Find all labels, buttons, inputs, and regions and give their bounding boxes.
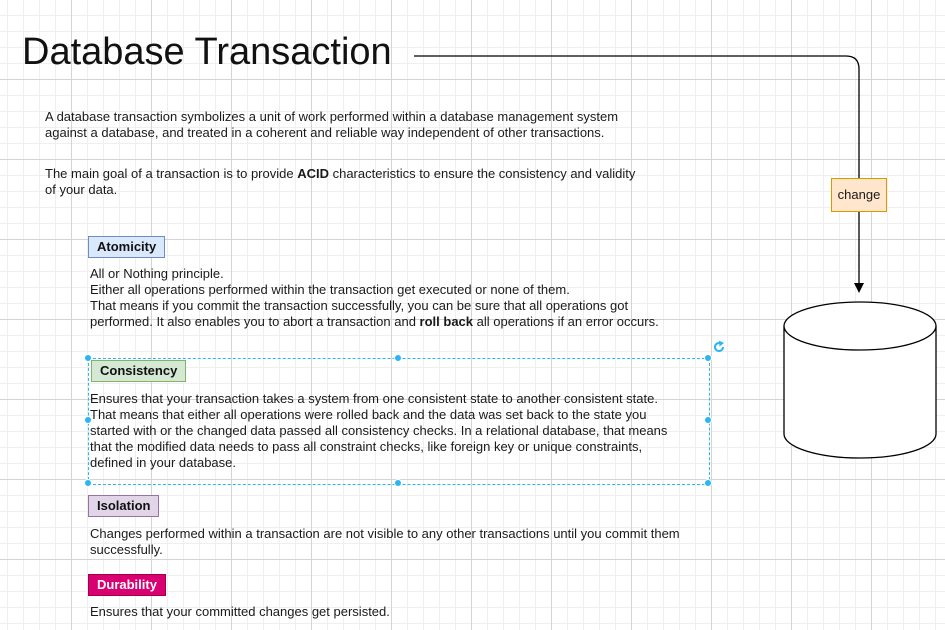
acid-term: ACID	[297, 166, 329, 181]
resize-handle-se[interactable]	[704, 479, 712, 487]
intro-line: A database transaction symbolizes a unit…	[45, 109, 619, 124]
atomicity-text[interactable]: All or Nothing principle. Either all ope…	[90, 266, 710, 330]
resize-handle-ne[interactable]	[704, 354, 712, 362]
consistency-line: that the modified data needs to pass all…	[90, 439, 643, 454]
isolation-line: Changes performed within a transaction a…	[90, 526, 680, 541]
consistency-line: defined in your database.	[90, 455, 236, 470]
atomicity-text-part: all operations if an error occurs.	[473, 314, 659, 329]
durability-line: Ensures that your committed changes get …	[90, 604, 390, 619]
resize-handle-s[interactable]	[394, 479, 402, 487]
atomicity-line: All or Nothing principle.	[90, 266, 224, 281]
intro-paragraph-2[interactable]: The main goal of a transaction is to pro…	[45, 166, 685, 198]
isolation-text[interactable]: Changes performed within a transaction a…	[90, 526, 710, 558]
atomicity-line: That means if you commit the transaction…	[90, 298, 629, 313]
consistency-line: started with or the changed data passed …	[90, 423, 668, 438]
resize-handle-n[interactable]	[394, 354, 402, 362]
consistency-line: That means that either all operations we…	[90, 407, 647, 422]
change-edge-label[interactable]: change	[831, 178, 887, 212]
resize-handle-e[interactable]	[704, 416, 712, 424]
intro-line: against a database, and treated in a coh…	[45, 125, 605, 140]
page-title[interactable]: Database Transaction	[22, 28, 392, 76]
intro-line: The main goal of a transaction is to pro…	[45, 166, 685, 182]
atomicity-line: performed. It also enables you to abort …	[90, 314, 710, 330]
rotate-handle-icon[interactable]	[712, 340, 726, 354]
durability-label[interactable]: Durability	[88, 574, 166, 596]
isolation-line: successfully.	[90, 542, 163, 557]
roll-back-term: roll back	[419, 314, 474, 329]
intro-text: characteristics to ensure the consistenc…	[328, 166, 636, 181]
atomicity-text-part: performed. It also enables you to abort …	[90, 314, 420, 329]
consistency-text[interactable]: Ensures that your transaction takes a sy…	[90, 391, 702, 471]
atomicity-line: Either all operations performed within t…	[90, 282, 570, 297]
connector-arrowhead	[854, 283, 864, 293]
intro-text: The main goal of a transaction is to pro…	[45, 166, 298, 181]
consistency-label[interactable]: Consistency	[91, 360, 187, 382]
consistency-line: Ensures that your transaction takes a sy…	[90, 391, 658, 406]
intro-paragraph-1[interactable]: A database transaction symbolizes a unit…	[45, 109, 665, 141]
atomicity-label[interactable]: Atomicity	[88, 236, 166, 258]
intro-line: of your data.	[45, 182, 118, 197]
database-cylinder-icon[interactable]	[781, 300, 939, 462]
resize-handle-sw[interactable]	[84, 479, 92, 487]
isolation-label[interactable]: Isolation	[88, 495, 160, 517]
durability-text[interactable]: Ensures that your committed changes get …	[90, 604, 710, 620]
